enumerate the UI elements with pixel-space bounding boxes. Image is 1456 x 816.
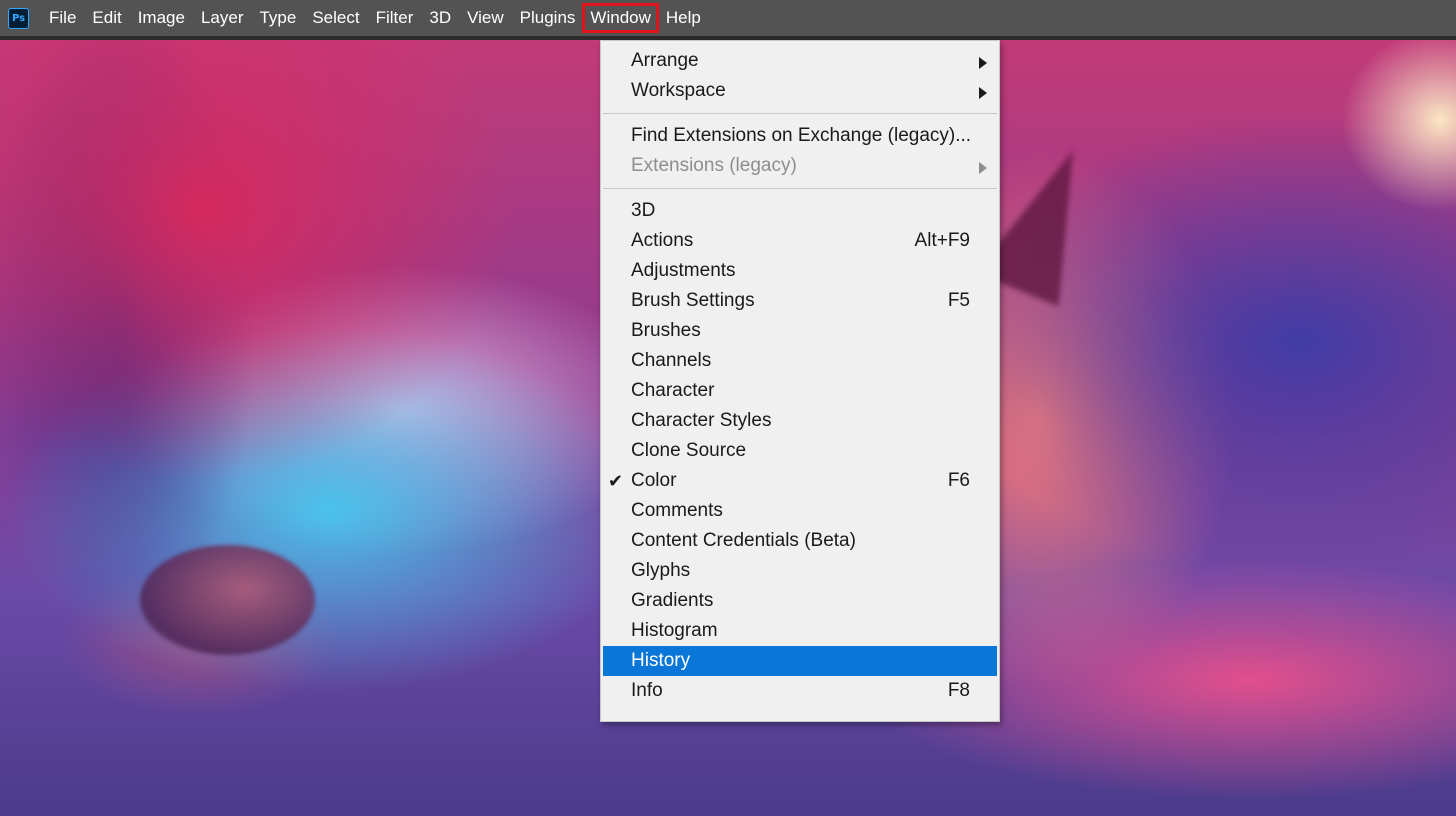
menu-item-label: Character Styles [631, 410, 772, 431]
menu-item-clone-source[interactable]: Clone Source [601, 436, 999, 466]
menu-item-find-extensions-on-exchange-legacy[interactable]: Find Extensions on Exchange (legacy)... [601, 121, 999, 151]
menu-filter[interactable]: Filter [368, 4, 422, 32]
menu-separator [603, 188, 997, 189]
menu-item-label: Character [631, 380, 715, 401]
submenu-arrow-icon [979, 162, 987, 174]
menu-item-gradients[interactable]: Gradients [601, 586, 999, 616]
menu-item-workspace[interactable]: Workspace [601, 76, 999, 106]
menu-item-label: 3D [631, 200, 656, 221]
menu-item-label: Workspace [631, 80, 726, 101]
menu-view[interactable]: View [459, 4, 512, 32]
menu-item-label: Info [631, 680, 663, 701]
photoshop-logo-icon: Ps [8, 7, 29, 29]
menu-item-info[interactable]: Info F8 [601, 676, 999, 706]
menu-item-glyphs[interactable]: Glyphs [601, 556, 999, 586]
menu-help[interactable]: Help [658, 4, 709, 32]
submenu-arrow-icon [979, 87, 987, 99]
menu-item-history[interactable]: History [603, 646, 997, 676]
menu-item-character[interactable]: Character [601, 376, 999, 406]
menu-item-brushes[interactable]: Brushes [601, 316, 999, 346]
window-menu-dropdown: Arrange Workspace Find Extensions on Excha… [600, 40, 1000, 722]
menu-bar: Ps File Edit Image Layer Type Select Fil… [0, 0, 1456, 36]
menu-item-color[interactable]: ✔ Color F6 [601, 466, 999, 496]
menu-item-3d[interactable]: 3D [601, 196, 999, 226]
menu-layer[interactable]: Layer [193, 4, 252, 32]
menu-file[interactable]: File [41, 4, 84, 32]
menu-item-label: Comments [631, 500, 723, 521]
menu-item-label: Histogram [631, 620, 718, 641]
submenu-arrow-icon [979, 57, 987, 69]
menu-type[interactable]: Type [251, 4, 304, 32]
menu-item-channels[interactable]: Channels [601, 346, 999, 376]
menu-item-shortcut: F8 [947, 680, 970, 701]
menu-item-label: Find Extensions on Exchange (legacy)... [631, 125, 972, 146]
menu-item-label: Clone Source [631, 440, 747, 461]
menu-item-label: Extensions (legacy) [631, 155, 797, 176]
menu-item-extensions-legacy: Extensions (legacy) [601, 151, 999, 181]
menu-item-arrange[interactable]: Arrange [601, 46, 999, 76]
menu-item-adjustments[interactable]: Adjustments [601, 256, 999, 286]
menu-select[interactable]: Select [304, 4, 367, 32]
menu-item-actions[interactable]: Actions Alt+F9 [601, 226, 999, 256]
menu-item-label: Brushes [631, 320, 701, 341]
menu-item-shortcut: F6 [947, 470, 970, 491]
menu-item-content-credentials-beta[interactable]: Content Credentials (Beta) [601, 526, 999, 556]
menu-item-label: Glyphs [631, 560, 691, 581]
menu-item-label: Content Credentials (Beta) [631, 530, 856, 551]
menu-item-label: Brush Settings [631, 290, 755, 311]
menu-separator [603, 113, 997, 114]
menu-item-label: Adjustments [631, 260, 736, 281]
menu-item-shortcut: Alt+F9 [914, 230, 970, 251]
menu-item-label: Arrange [631, 50, 699, 71]
menu-item-shortcut: F5 [947, 290, 970, 311]
menu-image[interactable]: Image [130, 4, 193, 32]
menu-item-brush-settings[interactable]: Brush Settings F5 [601, 286, 999, 316]
menu-item-comments[interactable]: Comments [601, 496, 999, 526]
checkmark-icon: ✔ [608, 471, 624, 491]
menu-item-histogram[interactable]: Histogram [601, 616, 999, 646]
menu-item-label: Color [631, 470, 677, 491]
cat-paw-shape [140, 545, 315, 655]
menu-window[interactable]: Window [582, 3, 659, 33]
menu-3d[interactable]: 3D [421, 4, 459, 32]
menu-item-label: Actions [631, 230, 694, 251]
menu-item-label: Channels [631, 350, 712, 371]
menu-item-label: Gradients [631, 590, 714, 611]
menu-item-character-styles[interactable]: Character Styles [601, 406, 999, 436]
menu-item-label: History [631, 650, 691, 671]
menu-plugins[interactable]: Plugins [512, 4, 584, 32]
menu-edit[interactable]: Edit [84, 4, 129, 32]
